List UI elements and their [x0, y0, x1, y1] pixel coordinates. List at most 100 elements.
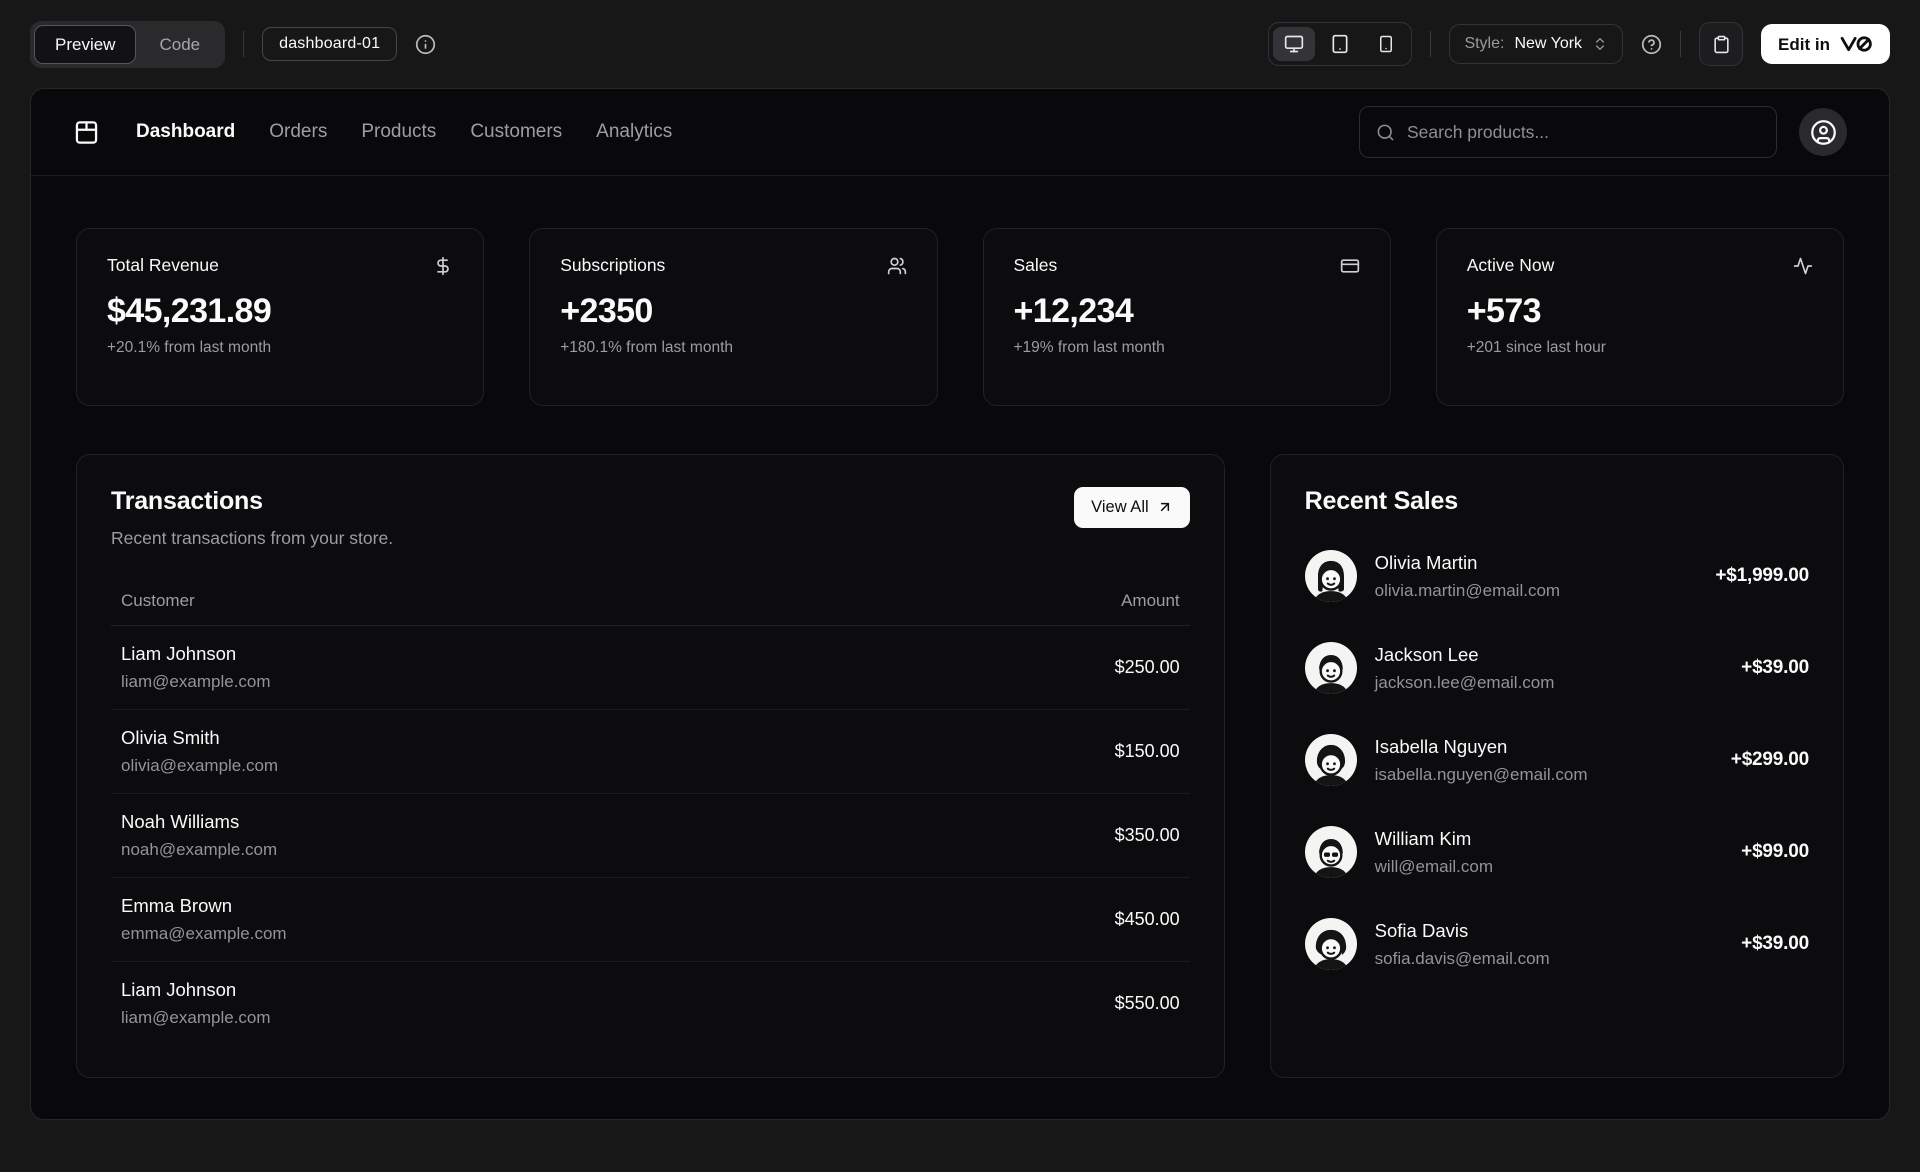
avatar	[1304, 734, 1357, 786]
sale-customer-email: olivia.martin@email.com	[1374, 580, 1561, 600]
nav-right-cluster	[1359, 106, 1847, 158]
info-icon	[415, 34, 436, 55]
viewport-mobile-button[interactable]	[1365, 27, 1407, 61]
copy-code-button[interactable]	[1699, 22, 1744, 66]
customer-email: olivia@example.com	[121, 756, 279, 775]
content-row: Transactions Recent transactions from yo…	[76, 454, 1844, 1078]
stat-change: +180.1% from last month	[560, 339, 733, 356]
dashboard-main: Total Revenue $45,231.89 +20.1% from las…	[31, 176, 1889, 1119]
toolbar-divider	[243, 31, 245, 57]
nav-item-customers[interactable]: Customers	[470, 121, 562, 143]
customer-name: Emma Brown	[121, 895, 233, 916]
style-help-button[interactable]	[1641, 34, 1662, 55]
stats-grid: Total Revenue $45,231.89 +20.1% from las…	[76, 228, 1844, 406]
search-input[interactable]	[1407, 121, 1760, 143]
search-box	[1359, 106, 1777, 158]
sale-customer-name: Sofia Davis	[1374, 919, 1469, 941]
customer-email: liam@example.com	[121, 672, 271, 691]
transaction-amount: $250.00	[1114, 657, 1180, 677]
customer-name: Liam Johnson	[121, 979, 237, 1000]
sale-amount: +$39.00	[1741, 657, 1809, 678]
list-item: Olivia Martin olivia.martin@email.com +$…	[1304, 550, 1809, 602]
nav-item-dashboard[interactable]: Dashboard	[136, 121, 235, 143]
stat-value: +2350	[560, 292, 653, 330]
stat-card-sales: Sales +12,234 +19% from last month	[982, 228, 1391, 406]
customer-name: Olivia Smith	[121, 727, 220, 748]
list-item: Jackson Lee jackson.lee@email.com +$39.0…	[1304, 642, 1809, 694]
help-circle-icon	[1641, 34, 1662, 55]
v0-logo-icon	[1839, 35, 1873, 53]
avatar	[1304, 642, 1357, 694]
stat-title: Total Revenue	[107, 255, 219, 275]
customer-email: emma@example.com	[121, 924, 287, 943]
nav-item-analytics[interactable]: Analytics	[596, 121, 672, 143]
transactions-description: Recent transactions from your store.	[111, 528, 394, 548]
stat-title: Subscriptions	[560, 255, 666, 275]
dollar-sign-icon	[433, 256, 453, 276]
transactions-title: Transactions	[111, 487, 263, 515]
toolbar-divider	[1430, 31, 1432, 57]
viewport-toggle-group	[1268, 22, 1413, 66]
sale-customer-email: sofia.davis@email.com	[1374, 948, 1550, 968]
edit-in-v0-button[interactable]: Edit in	[1761, 24, 1890, 64]
tab-preview[interactable]: Preview	[34, 24, 137, 64]
tablet-icon	[1330, 34, 1350, 54]
customer-name: Noah Williams	[121, 811, 240, 832]
block-name-badge: dashboard-01	[262, 27, 398, 61]
block-info-button[interactable]	[415, 34, 436, 55]
account-menu-button[interactable]	[1799, 108, 1847, 156]
table-row: Noah Williams noah@example.com $350.00	[111, 793, 1190, 878]
monitor-icon	[1284, 34, 1304, 54]
preview-code-toggle: Preview Code	[30, 20, 226, 68]
activity-icon	[1793, 256, 1813, 276]
store-icon[interactable]	[73, 119, 100, 146]
stat-value: +573	[1466, 292, 1542, 330]
avatar	[1304, 826, 1357, 878]
transactions-table: Customer Amount Liam Johnson liam@exampl…	[111, 579, 1190, 1045]
transaction-amount: $350.00	[1114, 825, 1180, 845]
toolbar-right-cluster: Style: New York Edit in	[1268, 22, 1890, 66]
tab-code[interactable]: Code	[138, 25, 221, 64]
sale-customer-email: will@email.com	[1374, 856, 1493, 876]
block-preview-frame: Dashboard Orders Products Customers Anal…	[30, 88, 1890, 1120]
stat-card-active-now: Active Now +573 +201 since last hour	[1435, 228, 1844, 406]
arrow-up-right-icon	[1157, 499, 1173, 515]
stat-change: +201 since last hour	[1466, 339, 1606, 356]
stat-value: +12,234	[1013, 292, 1134, 330]
transaction-amount: $150.00	[1114, 741, 1180, 761]
circle-user-icon	[1810, 119, 1837, 146]
sale-amount: +$1,999.00	[1715, 565, 1809, 586]
table-row: Olivia Smith olivia@example.com $150.00	[111, 709, 1190, 794]
recent-sales-title: Recent Sales	[1304, 487, 1458, 515]
edit-in-v0-label: Edit in	[1778, 34, 1830, 54]
nav-links: Dashboard Orders Products Customers Anal…	[136, 121, 672, 143]
transaction-amount: $550.00	[1114, 993, 1180, 1013]
view-all-button[interactable]: View All	[1074, 487, 1190, 528]
view-all-label: View All	[1091, 498, 1149, 516]
chevrons-up-down-icon	[1592, 36, 1608, 52]
stat-value: $45,231.89	[107, 292, 272, 330]
stat-title: Sales	[1013, 255, 1058, 275]
nav-item-products[interactable]: Products	[361, 121, 436, 143]
list-item: Isabella Nguyen isabella.nguyen@email.co…	[1304, 734, 1809, 786]
viewport-tablet-button[interactable]	[1319, 27, 1361, 61]
search-icon	[1376, 123, 1395, 142]
customer-email: noah@example.com	[121, 840, 278, 859]
sale-customer-name: Jackson Lee	[1374, 643, 1479, 665]
sale-customer-name: Isabella Nguyen	[1374, 735, 1508, 757]
clipboard-icon	[1712, 35, 1731, 54]
avatar	[1304, 550, 1357, 602]
transaction-amount: $450.00	[1114, 909, 1180, 929]
credit-card-icon	[1340, 256, 1360, 276]
viewport-desktop-button[interactable]	[1273, 27, 1316, 61]
nav-item-orders[interactable]: Orders	[269, 121, 327, 143]
recent-sales-list: Olivia Martin olivia.martin@email.com +$…	[1304, 550, 1809, 970]
list-item: Sofia Davis sofia.davis@email.com +$39.0…	[1304, 918, 1809, 970]
transactions-card: Transactions Recent transactions from yo…	[76, 454, 1225, 1078]
stat-card-subscriptions: Subscriptions +2350 +180.1% from last mo…	[529, 228, 938, 406]
style-select-label: Style:	[1464, 35, 1505, 52]
sale-amount: +$39.00	[1741, 933, 1809, 954]
stat-card-total-revenue: Total Revenue $45,231.89 +20.1% from las…	[76, 228, 485, 406]
style-select[interactable]: Style: New York	[1449, 24, 1624, 64]
stat-change: +20.1% from last month	[107, 339, 272, 356]
